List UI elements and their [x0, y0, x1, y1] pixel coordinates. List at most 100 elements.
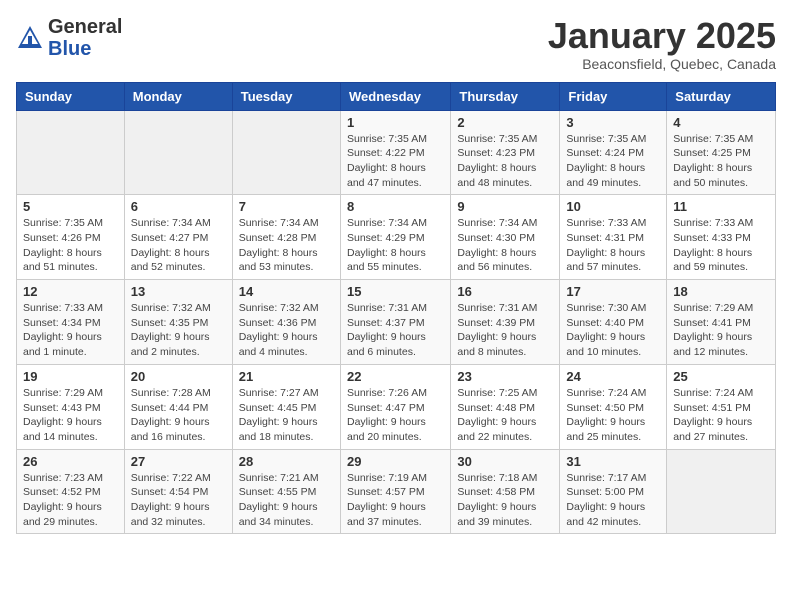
day-info: Sunrise: 7:30 AM Sunset: 4:40 PM Dayligh…: [566, 301, 660, 360]
day-number: 2: [457, 115, 553, 130]
day-cell: 10Sunrise: 7:33 AM Sunset: 4:31 PM Dayli…: [560, 195, 667, 280]
day-number: 9: [457, 199, 553, 214]
day-number: 4: [673, 115, 769, 130]
calendar-table: SundayMondayTuesdayWednesdayThursdayFrid…: [16, 82, 776, 535]
day-info: Sunrise: 7:35 AM Sunset: 4:23 PM Dayligh…: [457, 132, 553, 191]
day-info: Sunrise: 7:22 AM Sunset: 4:54 PM Dayligh…: [131, 471, 226, 530]
day-info: Sunrise: 7:34 AM Sunset: 4:30 PM Dayligh…: [457, 216, 553, 275]
day-number: 31: [566, 454, 660, 469]
day-number: 23: [457, 369, 553, 384]
day-cell: 30Sunrise: 7:18 AM Sunset: 4:58 PM Dayli…: [451, 449, 560, 534]
column-header-saturday: Saturday: [667, 82, 776, 110]
day-info: Sunrise: 7:31 AM Sunset: 4:37 PM Dayligh…: [347, 301, 444, 360]
day-cell: 22 Sunrise: 7:26 AM Sunset: 4:47 PM Dayli…: [340, 364, 450, 449]
day-cell: [667, 449, 776, 534]
day-number: 29: [347, 454, 444, 469]
day-cell: 1 Sunrise: 7:35 AM Sunset: 4:22 PM Daylig…: [340, 110, 450, 195]
day-cell: 28Sunrise: 7:21 AM Sunset: 4:55 PM Dayli…: [232, 449, 340, 534]
day-info: Sunrise: 7:19 AM Sunset: 4:57 PM Dayligh…: [347, 471, 444, 530]
column-header-friday: Friday: [560, 82, 667, 110]
day-cell: 6 Sunrise: 7:34 AM Sunset: 4:27 PM Daylig…: [124, 195, 232, 280]
column-header-tuesday: Tuesday: [232, 82, 340, 110]
day-cell: 9 Sunrise: 7:34 AM Sunset: 4:30 PM Daylig…: [451, 195, 560, 280]
day-info: Sunrise: 7:24 AM Sunset: 4:50 PM Dayligh…: [566, 386, 660, 445]
day-cell: 4Sunrise: 7:35 AM Sunset: 4:25 PM Daylig…: [667, 110, 776, 195]
day-number: 6: [131, 199, 226, 214]
day-cell: 23 Sunrise: 7:25 AM Sunset: 4:48 PM Dayli…: [451, 364, 560, 449]
day-number: 24: [566, 369, 660, 384]
day-cell: 16Sunrise: 7:31 AM Sunset: 4:39 PM Dayli…: [451, 280, 560, 365]
day-info: Sunrise: 7:21 AM Sunset: 4:55 PM Dayligh…: [239, 471, 334, 530]
day-number: 10: [566, 199, 660, 214]
week-row-5: 26 Sunrise: 7:23 AM Sunset: 4:52 PM Dayli…: [17, 449, 776, 534]
day-cell: 13Sunrise: 7:32 AM Sunset: 4:35 PM Dayli…: [124, 280, 232, 365]
day-cell: 5Sunrise: 7:35 AM Sunset: 4:26 PM Daylig…: [17, 195, 125, 280]
day-number: 8: [347, 199, 444, 214]
week-row-2: 5Sunrise: 7:35 AM Sunset: 4:26 PM Daylig…: [17, 195, 776, 280]
column-header-wednesday: Wednesday: [340, 82, 450, 110]
day-cell: 31 Sunrise: 7:17 AM Sunset: 5:00 PM Dayli…: [560, 449, 667, 534]
day-cell: 12 Sunrise: 7:33 AM Sunset: 4:34 PM Dayli…: [17, 280, 125, 365]
day-number: 13: [131, 284, 226, 299]
week-row-4: 19Sunrise: 7:29 AM Sunset: 4:43 PM Dayli…: [17, 364, 776, 449]
day-number: 15: [347, 284, 444, 299]
day-cell: 3Sunrise: 7:35 AM Sunset: 4:24 PM Daylig…: [560, 110, 667, 195]
day-cell: 20 Sunrise: 7:28 AM Sunset: 4:44 PM Dayli…: [124, 364, 232, 449]
day-cell: 19Sunrise: 7:29 AM Sunset: 4:43 PM Dayli…: [17, 364, 125, 449]
column-header-thursday: Thursday: [451, 82, 560, 110]
day-number: 7: [239, 199, 334, 214]
month-title: January 2025: [548, 16, 776, 56]
day-cell: 18 Sunrise: 7:29 AM Sunset: 4:41 PM Dayli…: [667, 280, 776, 365]
day-info: Sunrise: 7:23 AM Sunset: 4:52 PM Dayligh…: [23, 471, 118, 530]
day-cell: 27 Sunrise: 7:22 AM Sunset: 4:54 PM Dayli…: [124, 449, 232, 534]
week-row-3: 12 Sunrise: 7:33 AM Sunset: 4:34 PM Dayli…: [17, 280, 776, 365]
day-info: Sunrise: 7:33 AM Sunset: 4:33 PM Dayligh…: [673, 216, 769, 275]
day-number: 21: [239, 369, 334, 384]
day-number: 5: [23, 199, 118, 214]
day-number: 20: [131, 369, 226, 384]
day-cell: [17, 110, 125, 195]
week-row-1: 1 Sunrise: 7:35 AM Sunset: 4:22 PM Daylig…: [17, 110, 776, 195]
day-info: Sunrise: 7:17 AM Sunset: 5:00 PM Dayligh…: [566, 471, 660, 530]
day-info: Sunrise: 7:27 AM Sunset: 4:45 PM Dayligh…: [239, 386, 334, 445]
day-cell: 26 Sunrise: 7:23 AM Sunset: 4:52 PM Dayli…: [17, 449, 125, 534]
logo-icon: [16, 24, 44, 52]
day-info: Sunrise: 7:32 AM Sunset: 4:36 PM Dayligh…: [239, 301, 334, 360]
day-info: Sunrise: 7:34 AM Sunset: 4:29 PM Dayligh…: [347, 216, 444, 275]
logo-general-text: General: [48, 16, 122, 38]
day-number: 12: [23, 284, 118, 299]
day-number: 30: [457, 454, 553, 469]
day-number: 17: [566, 284, 660, 299]
day-info: Sunrise: 7:34 AM Sunset: 4:28 PM Dayligh…: [239, 216, 334, 275]
day-cell: 25Sunrise: 7:24 AM Sunset: 4:51 PM Dayli…: [667, 364, 776, 449]
day-number: 27: [131, 454, 226, 469]
day-number: 1: [347, 115, 444, 130]
calendar-header-row: SundayMondayTuesdayWednesdayThursdayFrid…: [17, 82, 776, 110]
day-cell: 17 Sunrise: 7:30 AM Sunset: 4:40 PM Dayli…: [560, 280, 667, 365]
day-number: 22: [347, 369, 444, 384]
day-info: Sunrise: 7:35 AM Sunset: 4:24 PM Dayligh…: [566, 132, 660, 191]
column-header-sunday: Sunday: [17, 82, 125, 110]
day-number: 25: [673, 369, 769, 384]
day-info: Sunrise: 7:29 AM Sunset: 4:43 PM Dayligh…: [23, 386, 118, 445]
day-info: Sunrise: 7:35 AM Sunset: 4:22 PM Dayligh…: [347, 132, 444, 191]
logo-text: General Blue: [48, 16, 122, 60]
day-cell: 14Sunrise: 7:32 AM Sunset: 4:36 PM Dayli…: [232, 280, 340, 365]
day-number: 26: [23, 454, 118, 469]
day-cell: 2 Sunrise: 7:35 AM Sunset: 4:23 PM Daylig…: [451, 110, 560, 195]
day-info: Sunrise: 7:26 AM Sunset: 4:47 PM Dayligh…: [347, 386, 444, 445]
day-info: Sunrise: 7:25 AM Sunset: 4:48 PM Dayligh…: [457, 386, 553, 445]
day-number: 18: [673, 284, 769, 299]
day-cell: 11 Sunrise: 7:33 AM Sunset: 4:33 PM Dayli…: [667, 195, 776, 280]
day-cell: 29 Sunrise: 7:19 AM Sunset: 4:57 PM Dayli…: [340, 449, 450, 534]
day-cell: 7 Sunrise: 7:34 AM Sunset: 4:28 PM Daylig…: [232, 195, 340, 280]
day-cell: 15 Sunrise: 7:31 AM Sunset: 4:37 PM Dayli…: [340, 280, 450, 365]
day-info: Sunrise: 7:33 AM Sunset: 4:34 PM Dayligh…: [23, 301, 118, 360]
day-cell: [124, 110, 232, 195]
day-info: Sunrise: 7:28 AM Sunset: 4:44 PM Dayligh…: [131, 386, 226, 445]
day-info: Sunrise: 7:29 AM Sunset: 4:41 PM Dayligh…: [673, 301, 769, 360]
day-info: Sunrise: 7:34 AM Sunset: 4:27 PM Dayligh…: [131, 216, 226, 275]
title-block: January 2025 Beaconsfield, Quebec, Canad…: [548, 16, 776, 72]
column-header-monday: Monday: [124, 82, 232, 110]
day-number: 11: [673, 199, 769, 214]
